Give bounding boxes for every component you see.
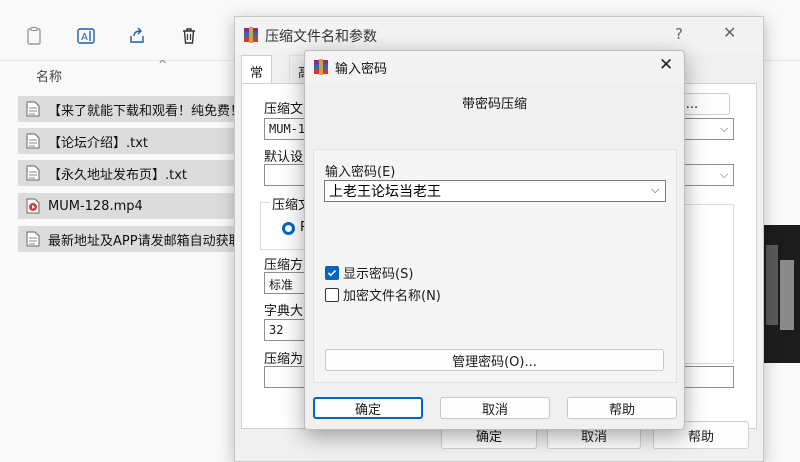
method-label: 压缩方: [264, 258, 304, 273]
archive-name-label: 压缩文: [264, 102, 304, 117]
winrar-app-icon: [314, 59, 328, 75]
file-row[interactable]: 最新地址及APP请发邮箱自动获取: [18, 226, 243, 252]
help-button[interactable]: 帮助: [567, 397, 677, 419]
text-file-icon: [26, 133, 40, 149]
clipboard-icon: [27, 26, 41, 45]
file-name: 最新地址及APP请发邮箱自动获取: [48, 233, 242, 249]
rename-icon: A: [77, 28, 95, 44]
close-icon[interactable]: ✕: [659, 55, 673, 75]
file-row[interactable]: 【永久地址发布页】.txt: [18, 160, 243, 186]
share-button[interactable]: [123, 22, 151, 50]
file-name: 【来了就能下载和观看！纯免费！: [48, 103, 243, 119]
split-volumes-label: 压缩为: [264, 352, 304, 367]
show-password-checkbox[interactable]: 显示密码(S): [325, 263, 413, 282]
password-dialog-title: 输入密码: [335, 62, 388, 77]
text-file-icon: [26, 165, 40, 181]
password-dialog: 输入密码 ✕ 带密码压缩 输入密码(E) ⌵ 显示密码(S) 加密文件名称(N)…: [304, 50, 685, 430]
dialog-subtitle: 带密码压缩: [461, 97, 527, 112]
file-name: 【永久地址发布页】.txt: [48, 167, 188, 183]
video-file-icon: [26, 198, 40, 214]
show-password-label: 显示密码(S): [343, 267, 414, 282]
text-file-icon: [26, 101, 40, 117]
manage-passwords-button[interactable]: 管理密码(O)...: [325, 349, 664, 371]
checkbox-checked-icon[interactable]: [325, 265, 339, 280]
name-column-header[interactable]: 名称: [36, 66, 62, 85]
encrypt-filenames-label: 加密文件名称(N): [343, 289, 441, 304]
svg-text:A: A: [81, 32, 88, 43]
explorer-toolbar: A: [0, 14, 240, 58]
close-icon[interactable]: ✕: [723, 23, 736, 42]
ok-button[interactable]: 确定: [313, 397, 423, 419]
cancel-button[interactable]: 取消: [440, 397, 550, 419]
sort-ascending-icon: ^: [158, 58, 168, 71]
password-dialog-titlebar: 输入密码 ✕: [305, 51, 684, 83]
chevron-down-icon: ⌵: [720, 122, 729, 135]
dictionary-size-label: 字典大: [264, 304, 304, 319]
file-row[interactable]: 【来了就能下载和观看！纯免费！: [18, 96, 243, 122]
format-radio[interactable]: [282, 222, 295, 235]
winrar-app-icon: [244, 27, 258, 43]
encrypt-filenames-checkbox[interactable]: 加密文件名称(N): [325, 285, 441, 304]
password-label: 输入密码(E): [325, 165, 396, 180]
file-name: 【论坛介绍】.txt: [48, 135, 149, 151]
archive-dialog-titlebar: 压缩文件名和参数 ? ✕: [235, 17, 763, 53]
chevron-down-icon: ⌵: [720, 168, 729, 181]
chevron-down-icon[interactable]: ⌵: [651, 183, 659, 197]
share-icon: [130, 27, 144, 43]
paste-button[interactable]: [20, 22, 48, 50]
trash-icon: [183, 28, 195, 44]
file-row[interactable]: MUM-128.mp4: [18, 193, 243, 219]
delete-button[interactable]: [175, 22, 203, 50]
help-icon[interactable]: ?: [675, 25, 683, 43]
tab-general[interactable]: 常规: [241, 55, 273, 100]
text-file-icon: [26, 231, 40, 247]
file-name: MUM-128.mp4: [48, 198, 143, 214]
archive-dialog-title: 压缩文件名和参数: [265, 29, 377, 45]
password-input[interactable]: [324, 180, 666, 202]
rename-button[interactable]: A: [72, 22, 100, 50]
checkbox-unchecked-icon[interactable]: [325, 287, 339, 302]
file-row[interactable]: 【论坛介绍】.txt: [18, 128, 243, 154]
default-profile-label: 默认设: [264, 150, 304, 165]
